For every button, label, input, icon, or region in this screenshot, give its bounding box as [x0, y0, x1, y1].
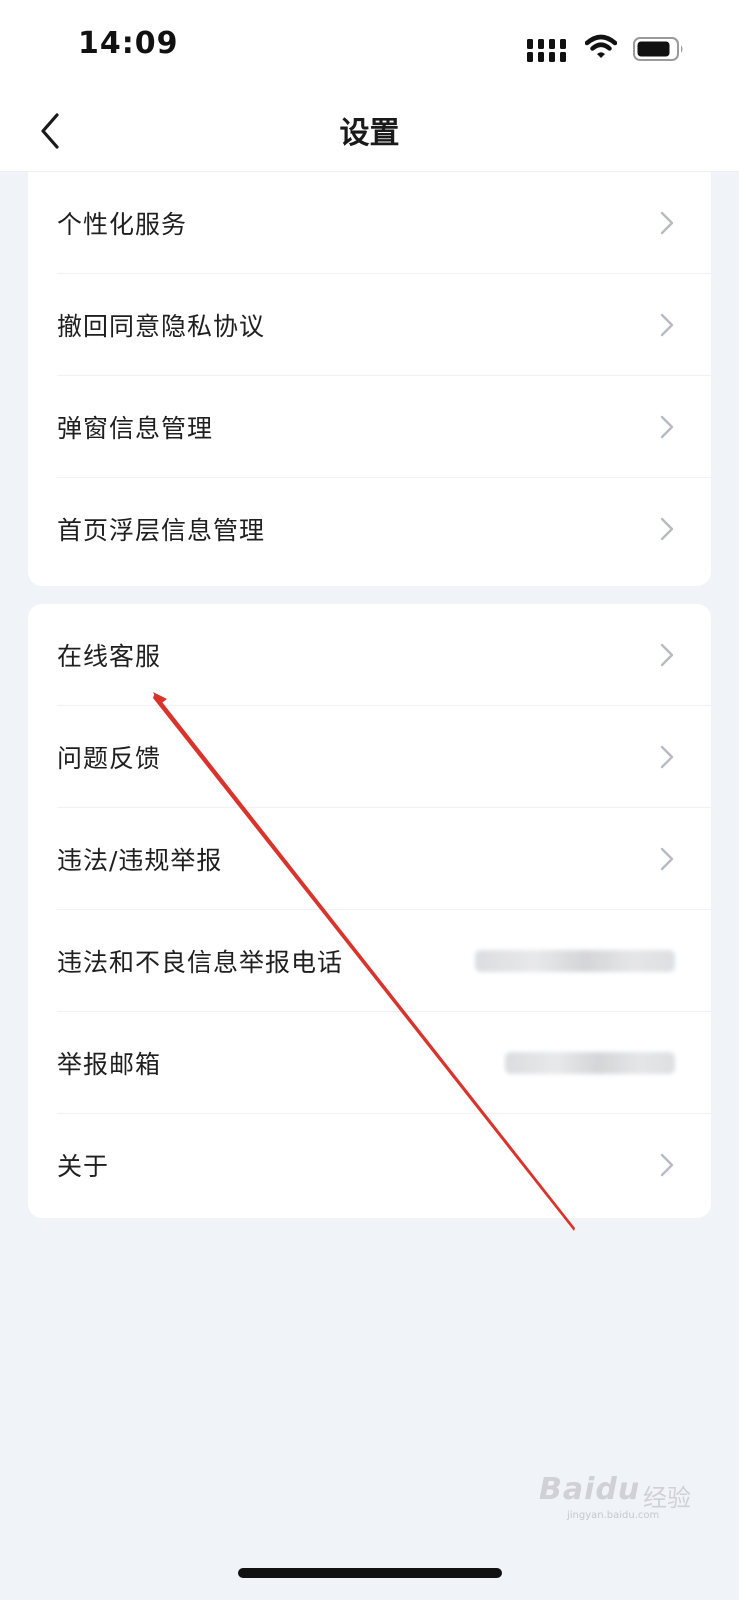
row-report-hotline[interactable]: 违法和不良信息举报电话	[28, 910, 711, 1012]
chevron-right-icon	[660, 517, 674, 541]
chevron-right-icon	[660, 643, 674, 667]
chevron-right-icon	[660, 211, 674, 235]
blurred-email	[505, 1052, 675, 1074]
watermark-sub: 经验	[643, 1484, 691, 1512]
chevron-right-icon	[660, 745, 674, 769]
status-bar: 14:09	[0, 0, 739, 90]
settings-screen: 14:09 设置 个性化服务 撤回同意隐私协议 弹窗信息管理 首页浮层信息管理 …	[0, 0, 739, 1600]
row-popup-management[interactable]: 弹窗信息管理	[28, 376, 711, 478]
row-homepage-overlay-management[interactable]: 首页浮层信息管理	[28, 478, 711, 580]
blurred-phone-number	[475, 950, 675, 972]
watermark-url: jingyan.baidu.com	[567, 1510, 660, 1521]
baidu-jingyan-watermark: Baidu 经验 jingyan.baidu.com	[539, 1462, 699, 1522]
signal-icon	[527, 39, 566, 62]
row-label: 弹窗信息管理	[57, 414, 214, 443]
chevron-right-icon	[660, 313, 674, 337]
chevron-right-icon	[660, 415, 674, 439]
row-label: 违法和不良信息举报电话	[57, 948, 344, 977]
row-label: 问题反馈	[57, 744, 162, 773]
nav-bar: 设置	[0, 90, 739, 172]
row-personalized-service[interactable]: 个性化服务	[28, 172, 711, 274]
row-online-customer-service[interactable]: 在线客服	[28, 604, 711, 706]
row-label: 个性化服务	[57, 210, 188, 239]
row-label: 举报邮箱	[57, 1050, 162, 1079]
row-report-email[interactable]: 举报邮箱	[28, 1012, 711, 1114]
row-label: 违法/违规举报	[57, 846, 223, 875]
settings-group-support: 在线客服 问题反馈 违法/违规举报 违法和不良信息举报电话 举报邮箱 关于	[28, 604, 711, 1218]
status-icons	[527, 34, 687, 64]
settings-group-preferences: 个性化服务 撤回同意隐私协议 弹窗信息管理 首页浮层信息管理	[28, 172, 711, 586]
row-revoke-privacy-consent[interactable]: 撤回同意隐私协议	[28, 274, 711, 376]
wifi-icon	[585, 34, 617, 58]
chevron-right-icon	[660, 1153, 674, 1177]
row-label: 首页浮层信息管理	[57, 516, 266, 545]
page-title: 设置	[339, 116, 400, 151]
status-time: 14:09	[78, 26, 179, 61]
row-violation-report[interactable]: 违法/违规举报	[28, 808, 711, 910]
row-feedback[interactable]: 问题反馈	[28, 706, 711, 808]
battery-icon	[633, 37, 683, 61]
row-about[interactable]: 关于	[28, 1114, 711, 1216]
chevron-right-icon	[660, 847, 674, 871]
row-label: 撤回同意隐私协议	[57, 312, 266, 341]
row-label: 在线客服	[57, 642, 162, 671]
row-label: 关于	[57, 1152, 110, 1181]
home-indicator[interactable]	[238, 1568, 502, 1578]
watermark-brand: Baidu	[539, 1472, 641, 1507]
